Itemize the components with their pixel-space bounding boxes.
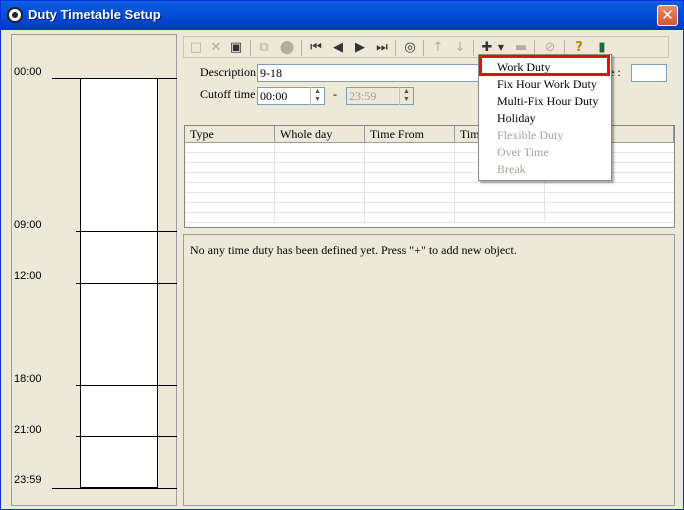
menu-item-flexible-duty: Flexible Duty — [497, 128, 564, 142]
column-header-time-from[interactable]: Time From — [365, 126, 455, 143]
code-input[interactable] — [631, 64, 667, 82]
timeline-tick — [52, 488, 177, 489]
cutoff-label: Cutoff time — [200, 87, 256, 101]
menu-item-multi-fix-hour-duty[interactable]: Multi-Fix Hour Duty — [479, 93, 611, 110]
menu-item-over-time: Over Time — [497, 145, 549, 159]
description-label: Description — [200, 65, 256, 79]
description-input[interactable]: 9-18 — [257, 64, 485, 82]
table-row — [185, 203, 674, 213]
timeline-label: 21:00 — [14, 424, 42, 436]
timeline-tick — [76, 385, 177, 386]
timeline-panel: 00:00 09:00 12:00 18:00 21:00 23:59 — [11, 34, 177, 506]
prev-icon[interactable]: ◀ — [329, 39, 347, 57]
cutoff-from-spinner[interactable]: ▲ ▼ — [310, 87, 324, 105]
timeline-label: 18:00 — [14, 373, 42, 385]
delete-icon[interactable]: ✕ — [207, 39, 225, 57]
timeline-tick — [76, 436, 177, 437]
menu-item-break: Break — [497, 162, 526, 176]
menu-item-fix-hour-work-duty[interactable]: Fix Hour Work Duty — [479, 76, 611, 93]
toolbar-separator — [250, 40, 251, 56]
copy-icon[interactable]: ⧉ — [255, 39, 273, 57]
timeline-tick — [76, 283, 177, 284]
selection-highlight — [479, 55, 610, 76]
new-icon[interactable]: □ — [187, 39, 205, 57]
table-row — [185, 193, 674, 203]
toolbar-separator — [473, 40, 474, 56]
column-header-whole-day[interactable]: Whole day — [275, 126, 365, 143]
duty-timetable-window: Duty Timetable Setup ✕ 00:00 09:00 12:00… — [0, 0, 684, 510]
empty-message: No any time duty has been defined yet. P… — [190, 243, 517, 257]
timeline-tick — [52, 78, 177, 79]
window-title: Duty Timetable Setup — [28, 7, 161, 22]
table-row — [185, 213, 674, 223]
up-icon[interactable]: ↑ — [429, 39, 447, 57]
cutoff-from-value: 00:00 — [260, 89, 288, 103]
first-icon[interactable]: ⏮ — [307, 39, 325, 57]
toolbar-separator — [423, 40, 424, 56]
app-icon — [7, 7, 23, 23]
timeline-tick — [76, 231, 177, 232]
cutoff-to-spinner[interactable]: ▲ ▼ — [399, 87, 413, 105]
last-icon[interactable]: ⏭ — [373, 39, 391, 57]
save-icon[interactable]: ▣ — [227, 39, 245, 57]
timeline-label: 00:00 — [14, 66, 42, 78]
title-bar[interactable]: Duty Timetable Setup ✕ — [1, 1, 683, 30]
cutoff-to-value: 23:59 — [349, 89, 377, 103]
cutoff-dash: - — [333, 87, 337, 101]
menu-item-holiday[interactable]: Holiday — [479, 110, 611, 127]
timeline-label: 12:00 — [14, 270, 42, 282]
toolbar-separator — [395, 40, 396, 56]
down-icon[interactable]: ↓ — [451, 39, 469, 57]
toolbar-separator — [301, 40, 302, 56]
table-row — [185, 183, 674, 193]
timeline-label: 09:00 — [14, 219, 42, 231]
record-icon[interactable]: ⬤ — [278, 39, 296, 57]
find-icon[interactable]: ◎ — [401, 39, 419, 57]
next-icon[interactable]: ▶ — [351, 39, 369, 57]
column-header-type[interactable]: Type — [185, 126, 275, 143]
timeline-label: 23:59 — [14, 474, 42, 486]
close-button[interactable]: ✕ — [657, 5, 678, 26]
message-panel: No any time duty has been defined yet. P… — [183, 234, 675, 506]
